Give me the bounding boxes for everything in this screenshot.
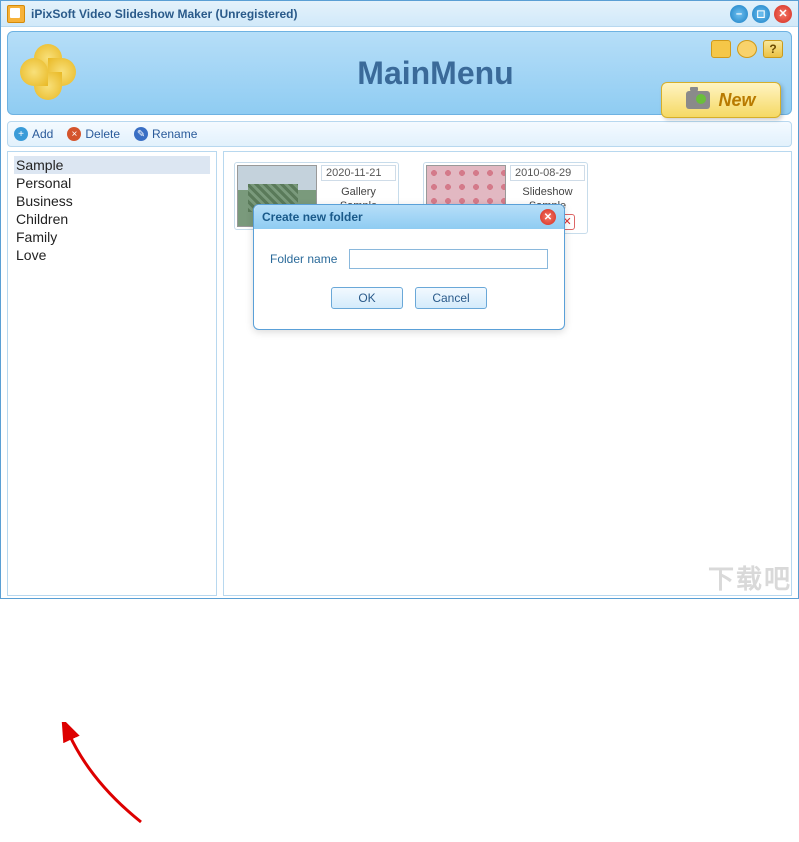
rename-icon: ✎: [134, 127, 148, 141]
app-icon: [7, 5, 25, 23]
folder-name-input[interactable]: [349, 249, 548, 269]
maximize-button[interactable]: ◻: [752, 5, 770, 23]
add-label: Add: [32, 127, 53, 141]
create-folder-dialog: Create new folder ✕ Folder name OK Cance…: [253, 204, 565, 330]
new-button-label: New: [718, 90, 755, 111]
folder-name-row: Folder name: [270, 249, 548, 269]
header-utility-icons: ?: [711, 40, 783, 58]
dialog-buttons: OK Cancel: [270, 287, 548, 321]
add-icon: +: [14, 127, 28, 141]
dialog-body: Folder name OK Cancel: [254, 229, 564, 329]
dialog-close-button[interactable]: ✕: [540, 209, 556, 225]
user-icon[interactable]: [737, 40, 757, 58]
titlebar: iPixSoft Video Slideshow Maker (Unregist…: [1, 1, 798, 27]
rename-button[interactable]: ✎ Rename: [134, 127, 197, 141]
cancel-button[interactable]: Cancel: [415, 287, 487, 309]
sidebar-item-love[interactable]: Love: [14, 246, 210, 264]
delete-icon: ×: [67, 127, 81, 141]
ok-button[interactable]: OK: [331, 287, 403, 309]
delete-button[interactable]: × Delete: [67, 127, 120, 141]
sidebar-item-business[interactable]: Business: [14, 192, 210, 210]
app-window: iPixSoft Video Slideshow Maker (Unregist…: [0, 0, 799, 599]
delete-label: Delete: [85, 127, 120, 141]
toolbar: + Add × Delete ✎ Rename: [7, 121, 792, 147]
close-button[interactable]: ✕: [774, 5, 792, 23]
rename-label: Rename: [152, 127, 197, 141]
sidebar-item-sample[interactable]: Sample: [14, 156, 210, 174]
sidebar-item-children[interactable]: Children: [14, 210, 210, 228]
dialog-title-text: Create new folder: [262, 210, 363, 224]
note-icon[interactable]: [711, 40, 731, 58]
logo-icon: [10, 38, 80, 108]
dialog-titlebar: Create new folder ✕: [254, 205, 564, 229]
minimize-button[interactable]: –: [730, 5, 748, 23]
card-date: 2020-11-21: [321, 165, 396, 181]
help-icon[interactable]: ?: [763, 40, 783, 58]
new-button[interactable]: New: [661, 82, 781, 118]
sidebar-item-personal[interactable]: Personal: [14, 174, 210, 192]
folder-sidebar: Sample Personal Business Children Family…: [7, 151, 217, 596]
header-banner: MainMenu ? New: [7, 31, 792, 115]
camera-icon: [686, 91, 710, 109]
card-date: 2010-08-29: [510, 165, 585, 181]
sidebar-item-family[interactable]: Family: [14, 228, 210, 246]
window-title: iPixSoft Video Slideshow Maker (Unregist…: [31, 7, 730, 21]
window-controls: – ◻ ✕: [730, 5, 792, 23]
add-button[interactable]: + Add: [14, 127, 53, 141]
folder-name-label: Folder name: [270, 252, 337, 266]
